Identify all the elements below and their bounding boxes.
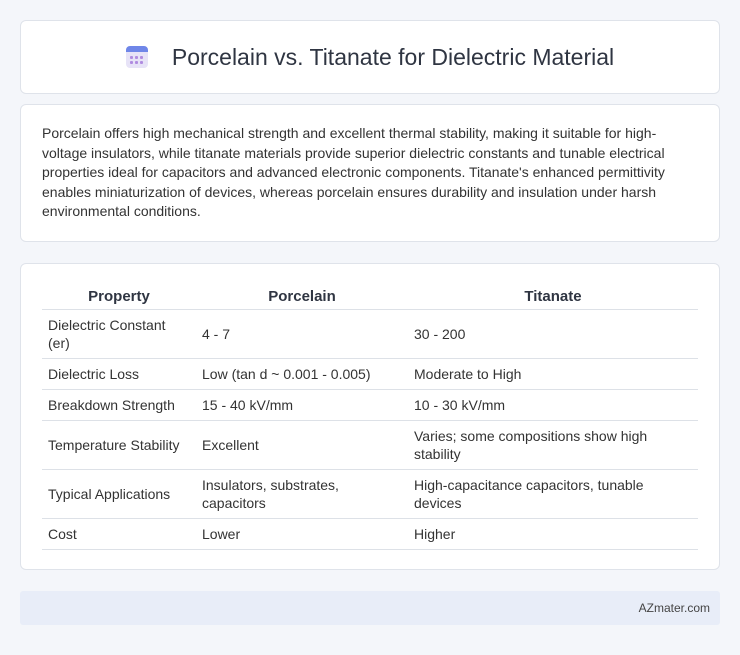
table-cell: 15 - 40 kV/mm: [196, 389, 408, 421]
table-row: Temperature Stability Excellent Varies; …: [42, 420, 698, 470]
title-card: Porcelain vs. Titanate for Dielectric Ma…: [20, 20, 720, 94]
table-cell: Dielectric Loss: [42, 358, 196, 390]
footer-site-link[interactable]: AZmater.com: [639, 601, 710, 615]
table-cell: Insulators, substrates, capacitors: [196, 469, 408, 519]
table-cell: Breakdown Strength: [42, 389, 196, 421]
header-property: Property: [42, 284, 196, 310]
table-cell: Excellent: [196, 420, 408, 470]
table-row: Breakdown Strength 15 - 40 kV/mm 10 - 30…: [42, 389, 698, 421]
header-porcelain: Porcelain: [196, 284, 408, 310]
table-cell: Higher: [408, 518, 698, 550]
table-cell: Lower: [196, 518, 408, 550]
table-cell: Moderate to High: [408, 358, 698, 390]
table-cell: Dielectric Constant (er): [42, 309, 196, 359]
table-row: Dielectric Constant (er) 4 - 7 30 - 200: [42, 309, 698, 359]
table-cell: Typical Applications: [42, 469, 196, 519]
footer: AZmater.com: [20, 591, 720, 625]
table-cell: Low (tan d ~ 0.001 - 0.005): [196, 358, 408, 390]
table-row: Dielectric Loss Low (tan d ~ 0.001 - 0.0…: [42, 358, 698, 390]
table-row: Cost Lower Higher: [42, 518, 698, 550]
table-cell: 4 - 7: [196, 309, 408, 359]
calendar-icon: [125, 46, 148, 68]
comparison-table: Property Porcelain Titanate Dielectric C…: [42, 284, 698, 550]
table-header-row: Property Porcelain Titanate: [42, 284, 698, 310]
table-cell: 30 - 200: [408, 309, 698, 359]
comparison-table-card: Property Porcelain Titanate Dielectric C…: [20, 263, 720, 570]
table-row: Typical Applications Insulators, substra…: [42, 469, 698, 519]
table-cell: Varies; some compositions show high stab…: [408, 420, 698, 470]
table-cell: Cost: [42, 518, 196, 550]
page-title: Porcelain vs. Titanate for Dielectric Ma…: [171, 43, 615, 70]
table-cell: High-capacitance capacitors, tunable dev…: [408, 469, 698, 519]
header-titanate: Titanate: [408, 284, 698, 310]
description-card: Porcelain offers high mechanical strengt…: [20, 104, 720, 242]
table-cell: Temperature Stability: [42, 420, 196, 470]
description-text: Porcelain offers high mechanical strengt…: [42, 125, 665, 219]
table-cell: 10 - 30 kV/mm: [408, 389, 698, 421]
